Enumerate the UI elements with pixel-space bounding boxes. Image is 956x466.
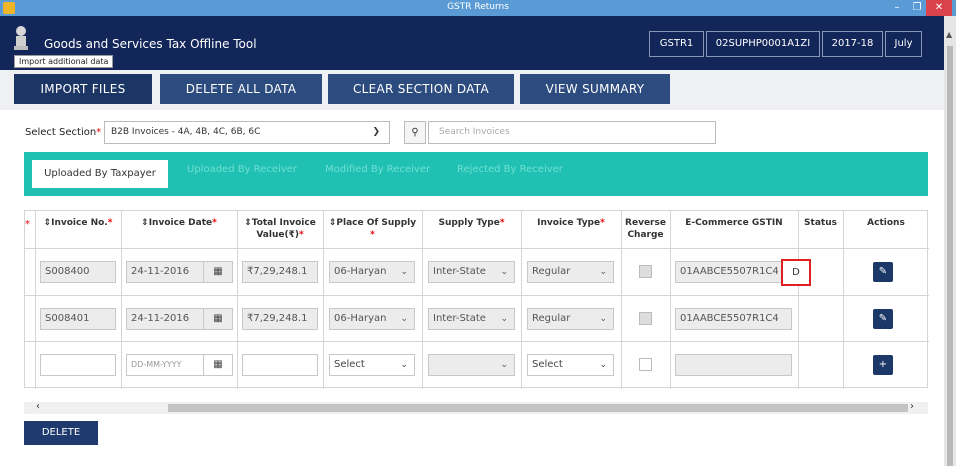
col-status: Status	[804, 218, 837, 228]
invoice-date-field[interactable]: 24-11-2016	[126, 308, 204, 330]
emblem-icon	[14, 26, 28, 50]
vertical-scrollbar[interactable]: ▲	[944, 16, 956, 466]
new-ecommerce-gstin-input[interactable]	[675, 354, 792, 376]
section-select[interactable]: B2B Invoices - 4A, 4B, 4C, 6B, 6C ❯	[104, 121, 390, 144]
fin-year-badge: 2017-18	[822, 31, 883, 57]
tab-modified-by-receiver[interactable]: Modified By Receiver	[325, 164, 430, 175]
supply-type-select[interactable]: Inter-State ⌄	[428, 261, 515, 283]
delete-all-data-button[interactable]: DELETE ALL DATA	[160, 74, 322, 104]
chevron-down-icon: ⌄	[599, 314, 607, 324]
gstin-badge: 02SUPHP0001A1ZI	[706, 31, 820, 57]
chevron-down-icon: ⌄	[500, 314, 508, 324]
new-invoice-date-input[interactable]: DD-MM-YYYY	[126, 354, 204, 376]
required-marker: *	[25, 219, 30, 230]
clear-section-data-button[interactable]: CLEAR SECTION DATA	[328, 74, 514, 104]
scroll-left-icon[interactable]: ‹	[36, 401, 40, 412]
tab-uploaded-by-receiver[interactable]: Uploaded By Receiver	[187, 164, 297, 175]
chevron-down-icon: ⌄	[500, 267, 508, 277]
import-files-button[interactable]: IMPORT FILES	[14, 74, 152, 104]
view-summary-button[interactable]: VIEW SUMMARY	[520, 74, 670, 104]
app-header: Goods and Services Tax Offline Tool Impo…	[0, 16, 944, 70]
place-of-supply-select[interactable]: 06-Haryan ⌄	[329, 261, 415, 283]
col-invoice-type: Invoice Type*	[537, 218, 605, 228]
col-total-value[interactable]: ⇕Total Invoice Value(₹)*	[237, 217, 323, 241]
pencil-icon[interactable]: ✎	[873, 309, 893, 329]
delete-button[interactable]: DELETE	[24, 421, 98, 445]
tab-uploaded-by-taxpayer[interactable]: Uploaded By Taxpayer	[32, 160, 168, 188]
invoice-date-field[interactable]: 24-11-2016	[126, 261, 204, 283]
chevron-down-icon: ⌄	[599, 267, 607, 277]
col-reverse-charge: Reverse Charge	[625, 218, 666, 240]
calendar-icon[interactable]: ▦	[203, 354, 233, 376]
add-row-icon[interactable]: +	[873, 355, 893, 375]
search-icon[interactable]: ⚲	[404, 121, 426, 144]
col-supply-type: Supply Type*	[438, 218, 505, 228]
col-actions: Actions	[867, 218, 905, 228]
total-value-field[interactable]: ₹7,29,248.1	[242, 261, 318, 283]
scroll-up-icon[interactable]: ▲	[946, 30, 952, 39]
close-button[interactable]: ✕	[926, 0, 952, 16]
col-place-of-supply[interactable]: ⇕Place Of Supply *	[323, 217, 422, 241]
calendar-icon[interactable]: ▦	[203, 261, 233, 283]
new-supply-type-select[interactable]: ⌄	[428, 354, 515, 376]
chevron-down-icon: ⌄	[599, 360, 607, 370]
app-title: Goods and Services Tax Offline Tool	[44, 37, 257, 51]
reverse-charge-checkbox[interactable]	[639, 312, 652, 325]
tab-rejected-by-receiver[interactable]: Rejected By Receiver	[457, 164, 563, 175]
supply-type-select[interactable]: Inter-State ⌄	[428, 308, 515, 330]
new-total-value-input[interactable]	[242, 354, 318, 376]
window-titlebar: GSTR Returns – ❐ ✕	[0, 0, 956, 16]
invoice-type-select[interactable]: Regular ⌄	[527, 261, 614, 283]
ecommerce-gstin-field[interactable]: 01AABCE5507R1C4	[675, 261, 792, 283]
chevron-down-icon: ⌄	[500, 360, 508, 370]
vertical-scroll-thumb[interactable]	[947, 46, 953, 466]
place-of-supply-select[interactable]: 06-Haryan ⌄	[329, 308, 415, 330]
import-tooltip: Import additional data	[14, 55, 114, 68]
invoice-no-field[interactable]: S008400	[40, 261, 116, 283]
month-badge: July	[885, 31, 922, 57]
chevron-down-icon: ⌄	[400, 267, 408, 277]
new-reverse-charge-checkbox[interactable]	[639, 358, 652, 371]
pencil-icon[interactable]: ✎	[873, 262, 893, 282]
window-title: GSTR Returns	[447, 2, 509, 12]
chevron-down-icon: ❯	[372, 127, 380, 137]
reverse-charge-checkbox[interactable]	[639, 265, 652, 278]
new-invoice-type-select[interactable]: Select ⌄	[527, 354, 614, 376]
col-invoice-date[interactable]: ⇕Invoice Date*	[121, 217, 237, 229]
col-ecommerce-gstin: E-Commerce GSTIN	[685, 218, 783, 228]
horizontal-scroll-thumb[interactable]	[168, 404, 908, 412]
total-value-field[interactable]: ₹7,29,248.1	[242, 308, 318, 330]
ecommerce-gstin-field[interactable]: 01AABCE5507R1C4	[675, 308, 792, 330]
invoice-type-select[interactable]: Regular ⌄	[527, 308, 614, 330]
horizontal-scrollbar[interactable]: ‹ ›	[24, 401, 928, 414]
status-badge: D	[781, 259, 811, 286]
minimize-button[interactable]: –	[886, 0, 908, 16]
maximize-button[interactable]: ❐	[906, 0, 928, 16]
col-invoice-no[interactable]: ⇕Invoice No.*	[35, 217, 121, 229]
tab-bar: Uploaded By Taxpayer Uploaded By Receive…	[24, 152, 928, 196]
chevron-down-icon: ⌄	[400, 360, 408, 370]
return-type-badge: GSTR1	[649, 31, 704, 57]
calendar-icon[interactable]: ▦	[203, 308, 233, 330]
select-section-label: Select Section*	[25, 127, 102, 138]
scroll-right-icon[interactable]: ›	[910, 401, 914, 412]
chevron-down-icon: ⌄	[400, 314, 408, 324]
search-input[interactable]: Search Invoices	[428, 121, 716, 144]
section-select-value: B2B Invoices - 4A, 4B, 4C, 6B, 6C	[111, 127, 261, 137]
invoice-no-field[interactable]: S008401	[40, 308, 116, 330]
new-invoice-no-input[interactable]	[40, 354, 116, 376]
new-place-of-supply-select[interactable]: Select ⌄	[329, 354, 415, 376]
